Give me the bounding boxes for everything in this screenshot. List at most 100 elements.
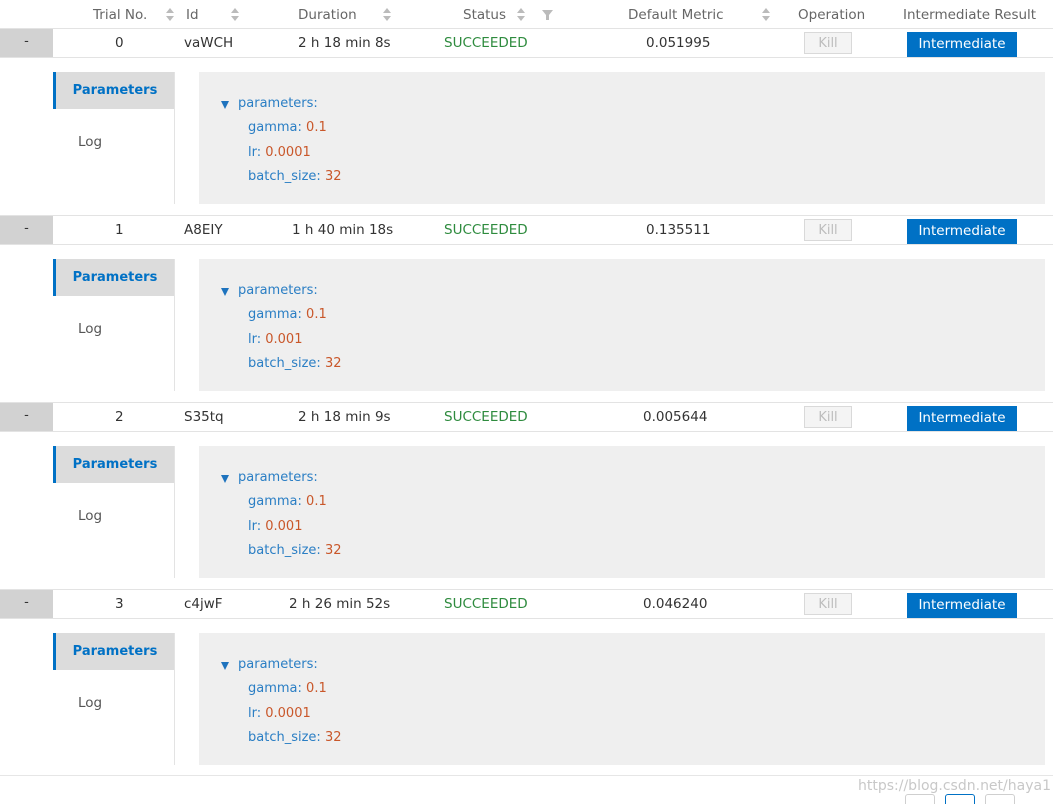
param-gamma: gamma: 0.1 [248,681,327,696]
collapse-minus-icon[interactable]: - [0,590,53,618]
param-value: 32 [324,169,342,184]
trial-no-cell: 3 [115,596,124,612]
trial-metric-cell: 0.135511 [646,222,711,238]
param-batch-size: batch_size: 32 [248,169,341,184]
header-trial-no[interactable]: Trial No. [93,0,147,28]
param-value: 32 [324,730,342,745]
tab-parameters[interactable]: Parameters [53,633,174,670]
trial-metric-cell: 0.005644 [643,409,708,425]
param-key: lr: [248,519,262,534]
param-key: gamma: [248,681,302,696]
intermediate-button[interactable]: Intermediate [907,219,1017,244]
param-key: lr: [248,332,262,347]
table-row[interactable]: - 1 A8EIY 1 h 40 min 18s SUCCEEDED 0.135… [0,215,1053,245]
status-badge: SUCCEEDED [444,222,528,238]
header-intermediate-result: Intermediate Result [903,7,1037,23]
param-value: 32 [324,543,342,558]
param-key: gamma: [248,307,302,322]
tab-log[interactable]: Log [78,508,102,524]
trial-id-cell: A8EIY [184,222,223,238]
sort-arrows-icon[interactable] [231,8,239,21]
tab-parameters[interactable]: Parameters [53,259,174,296]
param-value: 0.1 [306,120,327,135]
sort-arrows-icon[interactable] [383,8,391,21]
sort-arrows-icon[interactable] [166,8,174,21]
param-lr: lr: 0.001 [248,519,302,534]
kill-button[interactable]: Kill [804,406,852,428]
param-value: 0.0001 [265,706,311,721]
param-batch-size: batch_size: 32 [248,543,341,558]
tab-log[interactable]: Log [78,134,102,150]
param-value: 0.1 [306,307,327,322]
trial-id-cell: S35tq [184,409,224,425]
detail-tabs: Parameters Log [53,72,175,204]
caret-down-icon[interactable] [221,101,229,109]
pager-next-button[interactable] [985,794,1015,804]
param-key: batch_size: [248,730,321,745]
trial-duration-cell: 1 h 40 min 18s [292,222,394,238]
collapse-minus-icon[interactable]: - [0,216,53,244]
watermark: https://blog.csdn.net/haya1 [858,778,1051,794]
params-root-label[interactable]: parameters: [238,470,318,485]
tab-log[interactable]: Log [78,695,102,711]
table-header: Trial No. Id Duration Status Default Met… [0,0,1053,29]
intermediate-button[interactable]: Intermediate [907,593,1017,618]
trial-block: - 1 A8EIY 1 h 40 min 18s SUCCEEDED 0.135… [0,215,1053,402]
header-default-metric[interactable]: Default Metric [628,0,724,28]
sort-arrows-icon[interactable] [517,8,525,21]
param-gamma: gamma: 0.1 [248,494,327,509]
trial-duration-cell: 2 h 18 min 8s [298,35,391,51]
trial-block: - 3 c4jwF 2 h 26 min 52s SUCCEEDED 0.046… [0,589,1053,776]
param-gamma: gamma: 0.1 [248,120,327,135]
kill-button[interactable]: Kill [804,593,852,615]
trial-id-cell: vaWCH [184,35,234,51]
collapse-minus-icon[interactable]: - [0,29,53,57]
param-lr: lr: 0.0001 [248,706,311,721]
param-key: gamma: [248,494,302,509]
caret-down-icon[interactable] [221,662,229,670]
table-row[interactable]: - 0 vaWCH 2 h 18 min 8s SUCCEEDED 0.0519… [0,28,1053,58]
trials-table-view: Trial No. Id Duration Status Default Met… [0,0,1053,804]
param-value: 0.0001 [265,145,311,160]
param-batch-size: batch_size: 32 [248,356,341,371]
status-badge: SUCCEEDED [444,409,528,425]
params-root-label[interactable]: parameters: [238,657,318,672]
status-badge: SUCCEEDED [444,596,528,612]
parameters-panel: parameters: gamma: 0.1 lr: 0.001 batch_s… [199,446,1045,578]
tab-parameters[interactable]: Parameters [53,446,174,483]
params-root-label[interactable]: parameters: [238,283,318,298]
caret-down-icon[interactable] [221,288,229,296]
status-badge: SUCCEEDED [444,35,528,51]
intermediate-button[interactable]: Intermediate [907,406,1017,431]
tab-parameters[interactable]: Parameters [53,72,174,109]
parameters-panel: parameters: gamma: 0.1 lr: 0.0001 batch_… [199,633,1045,765]
param-key: batch_size: [248,543,321,558]
param-key: gamma: [248,120,302,135]
intermediate-button[interactable]: Intermediate [907,32,1017,57]
header-id[interactable]: Id [186,0,199,28]
params-root-label[interactable]: parameters: [238,96,318,111]
trial-duration-cell: 2 h 18 min 9s [298,409,391,425]
tab-log[interactable]: Log [78,321,102,337]
trial-no-cell: 1 [115,222,124,238]
pager-prev-button[interactable] [905,794,935,804]
param-batch-size: batch_size: 32 [248,730,341,745]
header-duration[interactable]: Duration [298,0,357,28]
param-value: 0.1 [306,681,327,696]
table-row[interactable]: - 2 S35tq 2 h 18 min 9s SUCCEEDED 0.0056… [0,402,1053,432]
kill-button[interactable]: Kill [804,219,852,241]
sort-arrows-icon[interactable] [762,8,770,21]
header-operation: Operation [798,7,866,23]
detail-tabs: Parameters Log [53,446,175,578]
table-row[interactable]: - 3 c4jwF 2 h 26 min 52s SUCCEEDED 0.046… [0,589,1053,619]
header-status[interactable]: Status [463,0,506,28]
param-value: 32 [324,356,342,371]
kill-button[interactable]: Kill [804,32,852,54]
trial-block: - 2 S35tq 2 h 18 min 9s SUCCEEDED 0.0056… [0,402,1053,589]
param-key: batch_size: [248,169,321,184]
filter-funnel-icon[interactable] [542,10,553,20]
caret-down-icon[interactable] [221,475,229,483]
pager-page-button[interactable] [945,794,975,804]
param-key: lr: [248,145,262,160]
collapse-minus-icon[interactable]: - [0,403,53,431]
